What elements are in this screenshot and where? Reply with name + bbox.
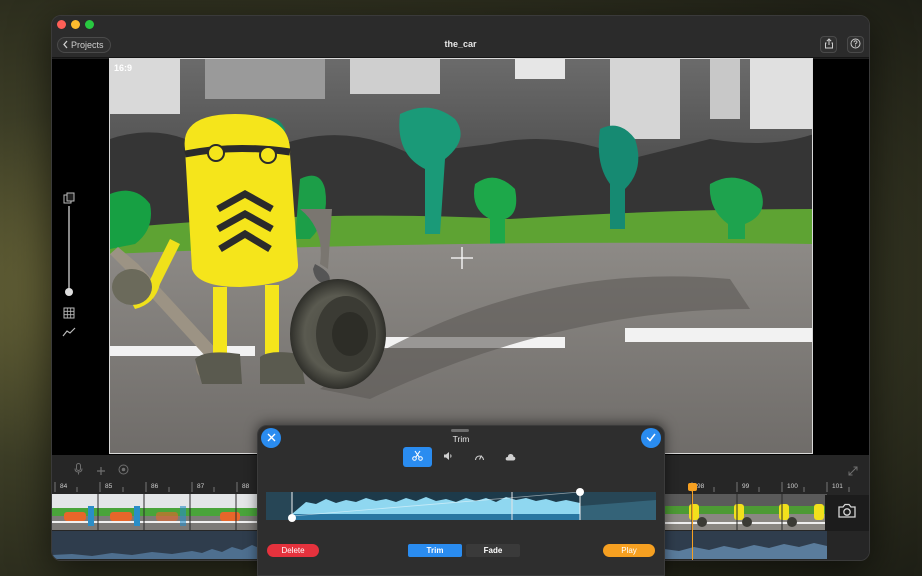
playhead[interactable] bbox=[692, 483, 693, 560]
tool-cloud[interactable] bbox=[496, 447, 525, 467]
frame-number: 84 bbox=[60, 483, 68, 490]
frame-number: 98 bbox=[697, 483, 705, 490]
cloud-icon bbox=[505, 448, 516, 466]
speed-icon bbox=[474, 448, 485, 466]
help-button[interactable] bbox=[847, 36, 864, 53]
filmstrip-right[interactable] bbox=[664, 494, 827, 530]
panel-title: Trim bbox=[452, 434, 470, 444]
microphone-icon[interactable] bbox=[74, 462, 83, 480]
capture-icon[interactable] bbox=[118, 462, 129, 480]
frame-number: 88 bbox=[242, 483, 250, 490]
zoom-window-button[interactable] bbox=[85, 20, 94, 29]
trim-mode-button[interactable]: Trim bbox=[408, 544, 462, 557]
volume-icon bbox=[443, 448, 454, 466]
help-icon bbox=[850, 36, 861, 54]
delete-button[interactable]: Delete bbox=[267, 544, 319, 557]
frame-number: 85 bbox=[105, 483, 113, 490]
close-window-button[interactable] bbox=[57, 20, 66, 29]
trim-end-handle[interactable] bbox=[576, 488, 584, 496]
audio-waveform-right bbox=[664, 531, 827, 559]
fade-mode-button[interactable]: Fade bbox=[466, 544, 520, 557]
panel-actions: Delete Trim Fade Play bbox=[258, 544, 664, 558]
share-icon bbox=[824, 36, 834, 54]
tool-volume[interactable] bbox=[434, 447, 463, 467]
audio-waveform-left bbox=[52, 531, 259, 559]
trim-start-handle[interactable] bbox=[288, 514, 296, 522]
grid-icon[interactable] bbox=[63, 306, 75, 324]
tool-selector bbox=[403, 447, 525, 467]
expand-icon[interactable] bbox=[848, 463, 858, 481]
frame-number: 101 bbox=[832, 483, 843, 490]
title-bar: Projects the_car bbox=[52, 16, 869, 58]
share-button[interactable] bbox=[820, 36, 837, 53]
video-preview[interactable]: 16:9 bbox=[109, 58, 813, 454]
aspect-ratio-label: 16:9 bbox=[114, 63, 133, 73]
project-title: the_car bbox=[444, 39, 477, 49]
frame-number: 99 bbox=[742, 483, 750, 490]
scissors-icon bbox=[412, 448, 423, 466]
frame-number: 100 bbox=[787, 483, 798, 490]
checkmark-icon bbox=[646, 429, 656, 447]
frame-number: 87 bbox=[197, 483, 205, 490]
onion-skin-slider[interactable] bbox=[68, 206, 70, 291]
camera-button[interactable] bbox=[825, 495, 869, 531]
minimize-window-button[interactable] bbox=[71, 20, 80, 29]
tool-speed[interactable] bbox=[465, 447, 494, 467]
panel-grabber[interactable] bbox=[451, 429, 469, 432]
tool-scissors[interactable] bbox=[403, 447, 432, 467]
side-tools bbox=[60, 191, 78, 351]
frame-number: 86 bbox=[151, 483, 159, 490]
trim-range[interactable] bbox=[266, 488, 656, 522]
graph-icon[interactable] bbox=[62, 324, 76, 342]
camera-icon bbox=[837, 503, 857, 524]
trim-panel: Trim Delete Trim Fade Play bbox=[257, 425, 665, 576]
play-button[interactable]: Play bbox=[603, 544, 655, 557]
onion-skin-slider-knob[interactable] bbox=[65, 288, 73, 296]
confirm-button[interactable] bbox=[641, 428, 661, 448]
filmstrip-left[interactable] bbox=[52, 494, 259, 530]
add-icon[interactable] bbox=[96, 463, 106, 481]
scene-image bbox=[110, 59, 812, 453]
